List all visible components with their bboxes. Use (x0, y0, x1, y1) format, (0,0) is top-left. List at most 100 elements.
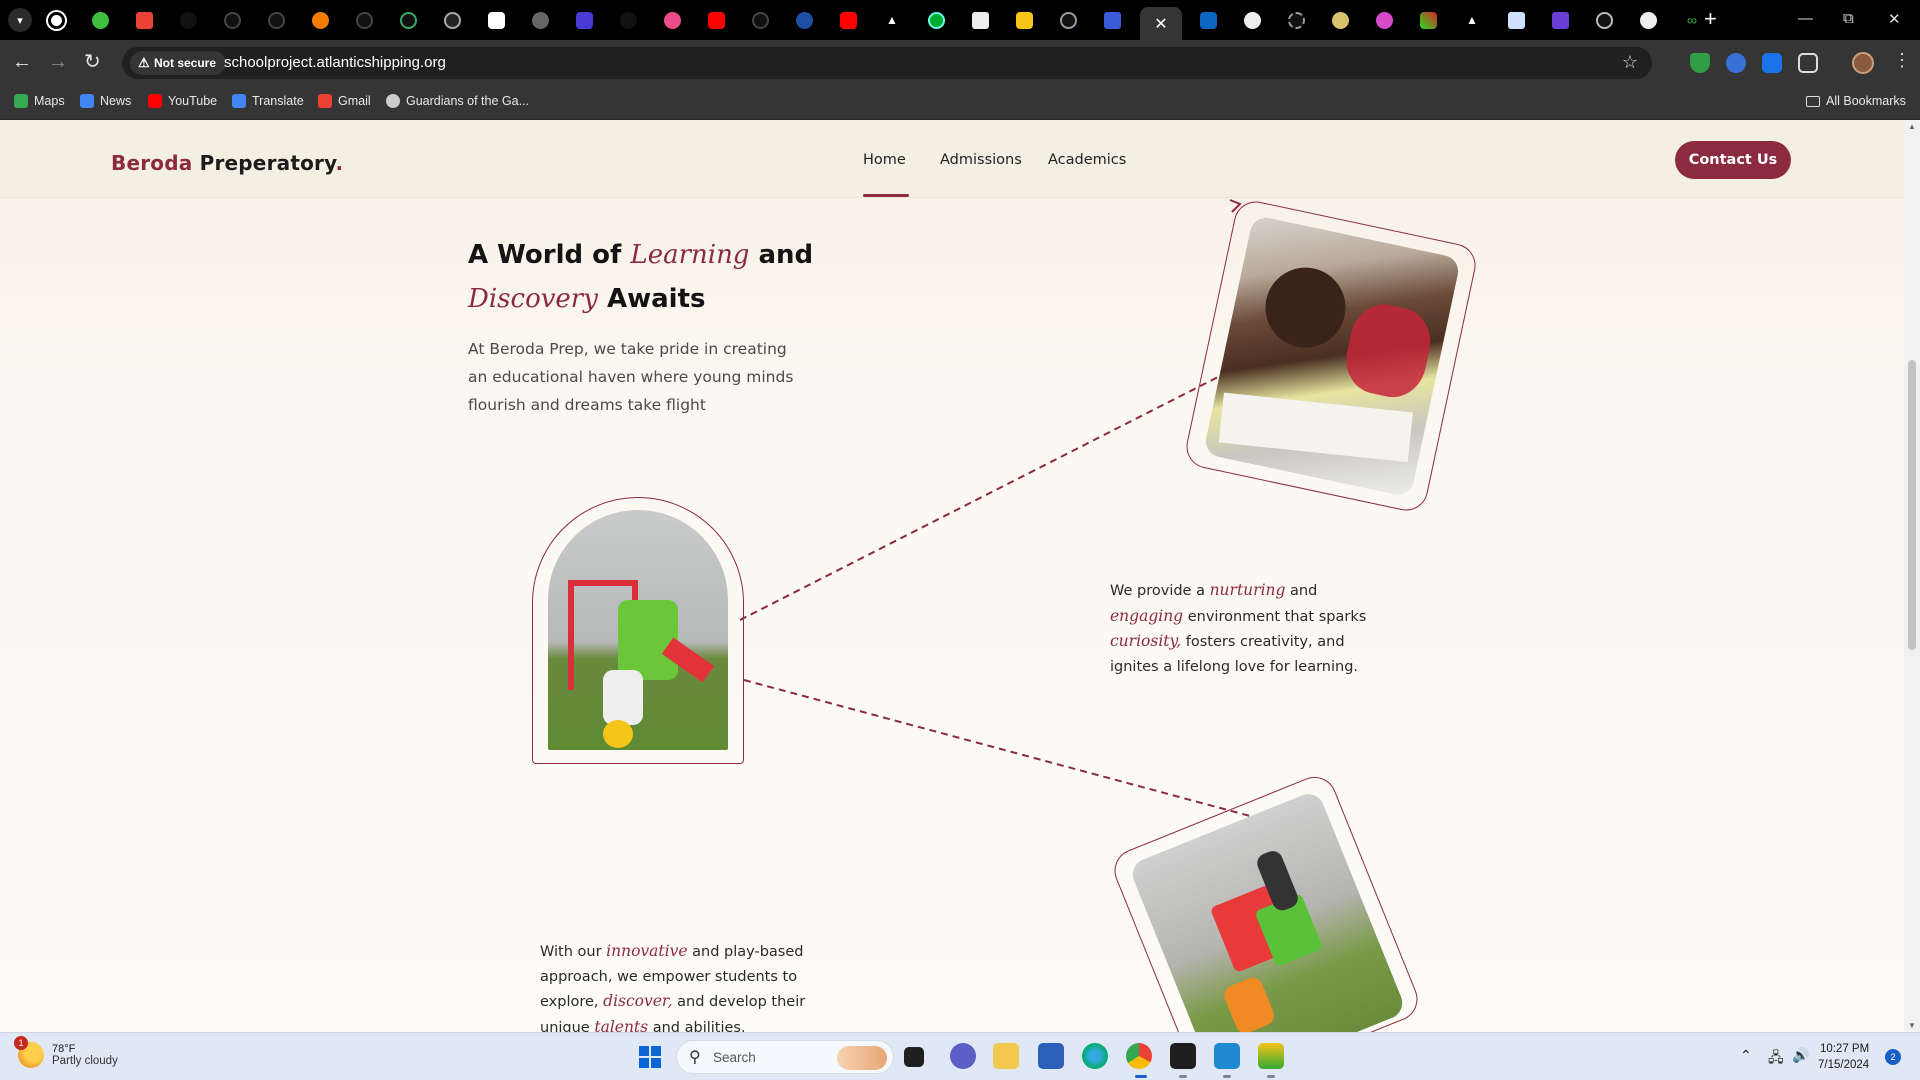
tab-terminal[interactable] (786, 7, 822, 33)
github-icon (751, 11, 769, 29)
tab-globe[interactable] (522, 7, 558, 33)
task-view-icon[interactable] (904, 1047, 924, 1067)
tab-blank[interactable] (170, 7, 206, 33)
contact-us-button[interactable]: Contact Us (1675, 141, 1791, 179)
bookmark-gmail[interactable]: Gmail (318, 94, 371, 108)
bookmark-translate[interactable]: Translate (232, 94, 304, 108)
bookmark-star-icon[interactable]: ☆ (1622, 52, 1638, 73)
tab-youtube-1[interactable] (698, 7, 734, 33)
layers-running-indicator (1267, 1075, 1275, 1078)
scrollbar-thumb[interactable] (1908, 360, 1916, 650)
page-viewport: Beroda Preperatory. Home Admissions Acad… (0, 120, 1904, 1032)
tab-firebase[interactable] (302, 7, 338, 33)
tab-figure[interactable] (1322, 7, 1358, 33)
tab-github-1[interactable] (214, 7, 250, 33)
tab-colorful[interactable] (1410, 7, 1446, 33)
weather-widget[interactable]: 1 78°F Partly cloudy (14, 1036, 118, 1068)
tab-bars[interactable] (1498, 7, 1534, 33)
tab-h[interactable] (566, 7, 602, 33)
bookmark-youtube[interactable]: YouTube (148, 94, 217, 108)
minimize-button[interactable]: — (1798, 10, 1813, 27)
tab-chatgpt[interactable] (38, 7, 74, 33)
bookmark-guardians[interactable]: Guardians of the Ga... (386, 94, 529, 108)
tab-notion[interactable] (478, 7, 514, 33)
tab-github-3[interactable] (346, 7, 382, 33)
tab-globe-2[interactable] (1630, 7, 1666, 33)
extension-icon[interactable] (1726, 53, 1746, 73)
clock-date: 7/15/2024 (1818, 1059, 1870, 1071)
security-chip[interactable]: ⚠ Not secure (130, 51, 227, 75)
tab-vercel[interactable]: ▲ (874, 7, 910, 33)
close-tab-icon[interactable]: ✕ (1154, 14, 1167, 34)
profile-avatar[interactable] (1852, 52, 1874, 74)
scroll-down-arrow-icon[interactable]: ▼ (1908, 1021, 1916, 1030)
tab-pink[interactable] (1366, 7, 1402, 33)
file-explorer-icon[interactable] (993, 1043, 1019, 1069)
photo-detail-child (603, 670, 643, 725)
volume-icon[interactable]: 🔊 (1792, 1047, 1809, 1064)
store-icon[interactable] (1038, 1043, 1064, 1069)
teams-icon[interactable] (950, 1043, 976, 1069)
tab-claude[interactable] (1234, 7, 1270, 33)
back-button[interactable]: ← (12, 51, 32, 73)
innovative-paragraph: With our innovative and play-based appro… (540, 942, 806, 1032)
address-bar[interactable]: ⚠ Not secure schoolproject.atlanticshipp… (122, 47, 1652, 79)
all-bookmarks-button[interactable]: All Bookmarks (1806, 94, 1906, 108)
taskbar-search[interactable]: ⚲ Search (676, 1040, 894, 1074)
tab-vercel-2[interactable]: ▲ (1454, 7, 1490, 33)
windows-start-icon[interactable] (639, 1046, 661, 1068)
shield-extension-icon[interactable] (1690, 53, 1710, 73)
new-tab-button[interactable]: + (1704, 8, 1717, 30)
tab-loading[interactable] (390, 7, 426, 33)
browser-menu-icon[interactable]: ⋮ (1893, 50, 1911, 71)
tab-search-menu-icon[interactable]: ▾ (8, 8, 32, 32)
tab-circle[interactable] (434, 7, 470, 33)
forward-button[interactable]: → (48, 51, 68, 73)
vscode-icon[interactable] (1214, 1043, 1240, 1069)
chrome-icon[interactable] (1126, 1043, 1152, 1069)
tab-gmail[interactable] (126, 7, 162, 33)
scroll-up-arrow-icon[interactable]: ▲ (1908, 122, 1916, 131)
nav-admissions[interactable]: Admissions (940, 152, 1022, 168)
nav-academics[interactable]: Academics (1048, 152, 1126, 168)
restore-button[interactable]: ⧉ (1843, 10, 1854, 27)
tab-purple[interactable] (1542, 7, 1578, 33)
tab-dribbble[interactable] (654, 7, 690, 33)
tab-cube[interactable] (1094, 7, 1130, 33)
bookmark-maps[interactable]: Maps (14, 94, 65, 108)
tray-chevron-up-icon[interactable]: ⌃ (1740, 1047, 1752, 1064)
translate-extension-icon[interactable] (1762, 53, 1782, 73)
reload-button[interactable]: ↻ (84, 51, 101, 73)
taskbar-clock[interactable]: 10:27 PM 7/15/2024 (1818, 1041, 1869, 1073)
site-logo[interactable]: Beroda Preperatory. (111, 151, 343, 175)
tab-github-2[interactable] (258, 7, 294, 33)
page-scrollbar[interactable]: ▲ ▼ (1904, 120, 1920, 1032)
tab-green[interactable] (82, 7, 118, 33)
url-text[interactable]: schoolproject.atlanticshipping.org (224, 54, 446, 71)
tab-ring-3[interactable] (1586, 7, 1622, 33)
tab-active-beroda[interactable]: ✕ (1140, 7, 1182, 40)
ring-icon (1595, 11, 1613, 29)
notification-badge[interactable]: 2 (1885, 1049, 1901, 1065)
search-label: Search (713, 1050, 756, 1065)
tab-ring-2[interactable] (1278, 7, 1314, 33)
tab-t[interactable] (962, 7, 998, 33)
edge-icon[interactable] (1082, 1043, 1108, 1069)
nav-home[interactable]: Home (863, 152, 906, 168)
notion-icon (487, 11, 505, 29)
tab-ring[interactable] (1050, 7, 1086, 33)
tab-blank-2[interactable] (610, 7, 646, 33)
close-window-button[interactable]: ✕ (1888, 10, 1901, 28)
tab-github-4[interactable] (742, 7, 778, 33)
extensions-puzzle-icon[interactable] (1798, 53, 1818, 73)
tab-youtube-2[interactable] (830, 7, 866, 33)
figma-icon[interactable] (1170, 1043, 1196, 1069)
tab-linkedin[interactable] (1190, 7, 1226, 33)
tab-yellow[interactable] (1006, 7, 1042, 33)
folder-icon (1806, 95, 1820, 107)
network-icon[interactable]: 🖧 (1768, 1047, 1784, 1071)
h-app-icon (575, 11, 593, 29)
bookmark-news[interactable]: News (80, 94, 131, 108)
tab-openai[interactable] (918, 7, 954, 33)
layers-app-icon[interactable] (1258, 1043, 1284, 1069)
